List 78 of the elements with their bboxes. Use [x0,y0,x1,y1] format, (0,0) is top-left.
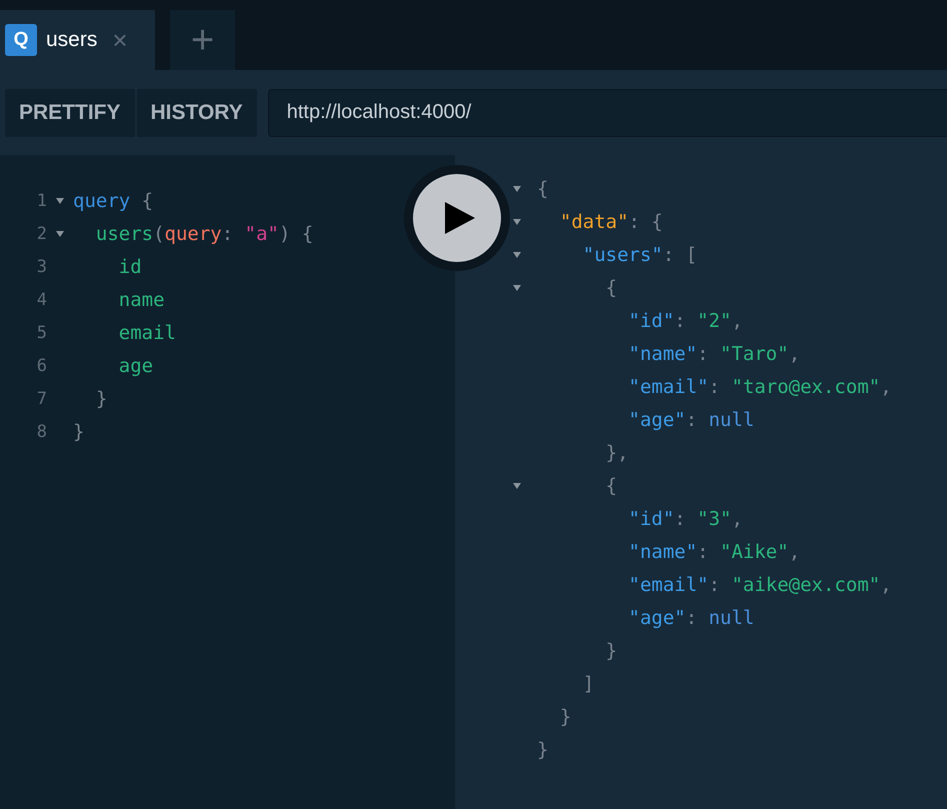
code-token: "data" [558,210,629,232]
code-token: { [604,474,618,496]
code-token: "age" [628,408,686,430]
code-token: : [708,574,722,596]
code-token: "Taro" [720,342,789,364]
code-token: : [697,540,710,562]
code-token: : [697,342,710,364]
code-token: ( [153,222,165,244]
line-number: 1 [36,190,47,210]
code-token: { [537,178,548,200]
code-token: "a" [244,222,279,244]
code-token: "3" [697,508,732,530]
code-token: query [164,222,222,244]
code-token: "name" [628,342,698,364]
code-token: "email" [628,376,709,398]
code-token: } [604,640,618,662]
fold-arrow-icon[interactable] [513,218,521,224]
fold-arrow-icon[interactable] [513,252,521,258]
code-token: { [140,190,154,212]
code-token: "2" [697,310,732,332]
fold-arrow-icon[interactable] [56,230,64,236]
code-token: query [73,190,130,212]
code-token: , [788,342,800,364]
code-token: : { [628,210,663,232]
code-token: email [118,322,176,344]
line-number: 8 [36,422,47,442]
code-token: users [94,222,154,244]
code-token: "Aike" [720,540,789,562]
code-token: } [73,420,84,442]
line-number: 7 [36,388,47,408]
code-token: { [604,276,618,298]
code-token: , [880,376,892,398]
code-token: : [686,408,698,430]
code-token: } [558,706,572,728]
code-token: , [788,540,800,562]
code-token: "id" [628,310,674,332]
code-token: } [94,388,108,410]
fold-arrow-icon[interactable] [513,482,521,488]
code-token: null [708,408,754,430]
tab-label: users [46,28,98,52]
line-number: 4 [36,290,47,310]
code-token: : [686,606,698,628]
code-token: }, [604,442,629,464]
code-token: , [732,310,743,332]
url-field[interactable]: http://localhost:4000/ [268,88,947,136]
code-token: ) { [278,222,314,244]
line-number: 5 [36,322,47,342]
toolbar-button[interactable]: HISTORY [136,88,257,136]
code-token: : [ [662,244,698,266]
code-token: ] [582,672,594,694]
code-token: "id" [628,508,674,530]
fold-arrow-icon[interactable] [513,284,521,290]
code-token: "age" [628,606,686,628]
code-token: id [118,256,142,278]
query-tab[interactable]: Q users × [0,10,155,70]
code-token: : [674,310,687,332]
line-number: 3 [36,256,47,276]
code-token: : [708,376,722,398]
fold-arrow-icon[interactable] [513,186,521,192]
code-token: "email" [628,574,709,596]
line-number: 6 [36,356,47,376]
code-token: "aike@ex.com" [731,574,880,596]
code-token: } [537,738,548,760]
query-badge: Q [5,24,37,56]
play-icon [445,202,475,234]
code-token: : [222,222,234,244]
code-token: : [674,508,687,530]
code-token: "users" [582,244,663,266]
code-token: , [732,508,743,530]
code-token: "taro@ex.com" [731,376,880,398]
code-token: "name" [628,540,698,562]
code-token: name [118,288,165,310]
fold-arrow-icon[interactable] [56,198,64,204]
code-token: null [708,606,754,628]
code-token: age [118,354,154,376]
toolbar-button[interactable]: PRETTIFY [5,88,135,136]
line-number: 2 [36,224,47,244]
code-token: , [880,574,892,596]
